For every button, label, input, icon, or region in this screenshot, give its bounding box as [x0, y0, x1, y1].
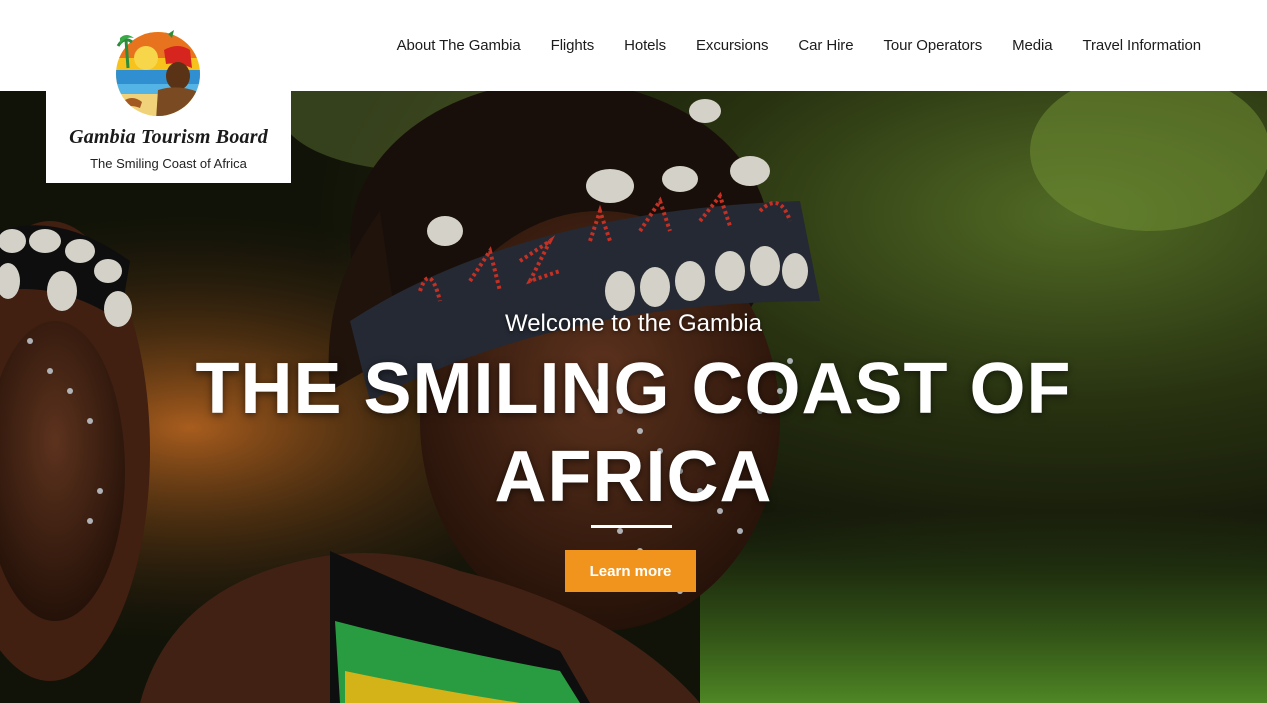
nav-item-car-hire[interactable]: Car Hire — [798, 37, 853, 54]
hero-divider — [591, 525, 672, 528]
hero-headline: THE SMILING COAST OF AFRICA — [195, 349, 1072, 517]
site-logo[interactable]: Gambia Tourism Board The Smiling Coast o… — [46, 22, 291, 183]
nav-item-hotels[interactable]: Hotels — [624, 37, 666, 54]
nav-item-travel-information[interactable]: Travel Information — [1082, 37, 1201, 54]
nav-item-about[interactable]: About The Gambia — [397, 37, 521, 54]
main-nav: About The Gambia Flights Hotels Excursio… — [397, 0, 1202, 91]
nav-item-media[interactable]: Media — [1012, 37, 1052, 54]
logo-tagline: The Smiling Coast of Africa — [90, 156, 247, 171]
learn-more-button[interactable]: Learn more — [565, 550, 696, 592]
hero-welcome-text: Welcome to the Gambia — [504, 310, 762, 337]
logo-emblem-icon — [116, 30, 200, 116]
logo-name: Gambia Tourism Board — [69, 126, 268, 148]
nav-item-excursions[interactable]: Excursions — [696, 37, 768, 54]
nav-item-flights[interactable]: Flights — [551, 37, 595, 54]
nav-item-tour-operators[interactable]: Tour Operators — [883, 37, 982, 54]
